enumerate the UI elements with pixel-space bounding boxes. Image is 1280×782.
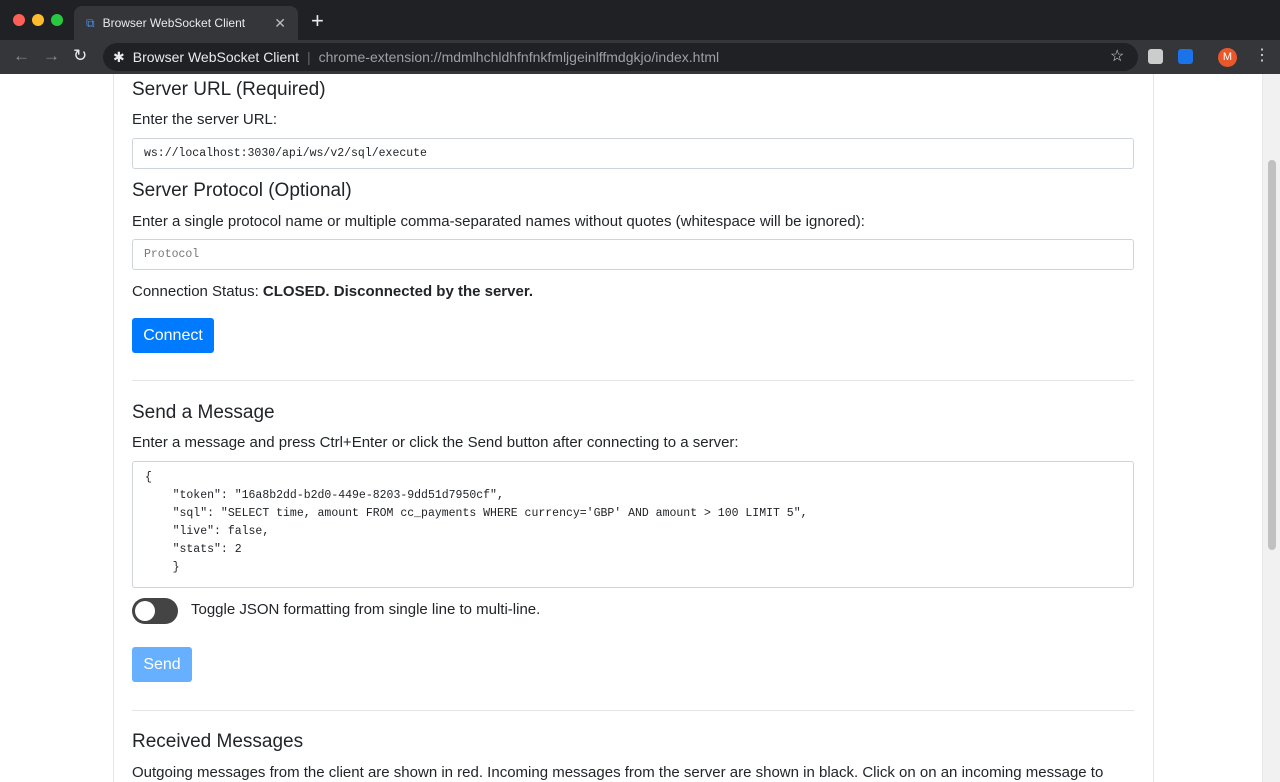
- protocol-label: Enter a single protocol name or multiple…: [132, 213, 865, 230]
- server-url-input[interactable]: ws://localhost:3030/api/ws/v2/sql/execut…: [132, 138, 1134, 169]
- page-scrollbar[interactable]: [1262, 74, 1280, 782]
- url-text: chrome-extension://mdmlhchldhfnfnkfmljge…: [318, 49, 720, 65]
- omnibox-title: Browser WebSocket Client: [132, 49, 299, 65]
- connection-status: Connection Status: CLOSED. Disconnected …: [132, 283, 533, 300]
- message-textarea[interactable]: { "token": "16a8b2dd-b2d0-449e-8203-9dd5…: [132, 461, 1134, 588]
- maximize-window-button[interactable]: [51, 14, 63, 26]
- minimize-window-button[interactable]: [32, 14, 44, 26]
- bookmark-star-icon[interactable]: ☆: [1110, 46, 1124, 66]
- close-window-button[interactable]: [13, 14, 25, 26]
- status-label: Connection Status:: [132, 283, 263, 300]
- browser-chrome: ⧉ Browser WebSocket Client ✕ + ← → ↻ ✱ B…: [0, 0, 1280, 74]
- extension-icon[interactable]: [1148, 49, 1163, 64]
- send-heading: Send a Message: [132, 402, 275, 423]
- forward-icon[interactable]: →: [43, 46, 60, 66]
- received-heading: Received Messages: [132, 731, 304, 752]
- send-button[interactable]: Send: [132, 647, 192, 682]
- page-content: Server URL (Required) Enter the server U…: [0, 74, 1262, 782]
- tab-title: Browser WebSocket Client: [102, 16, 246, 30]
- received-description: Outgoing messages from the client are sh…: [132, 764, 1104, 781]
- browser-tab[interactable]: ⧉ Browser WebSocket Client ✕: [74, 6, 298, 40]
- send-label: Enter a message and press Ctrl+Enter or …: [132, 434, 739, 451]
- scrollbar-thumb[interactable]: [1268, 160, 1276, 550]
- back-icon[interactable]: ←: [13, 46, 30, 66]
- connect-button[interactable]: Connect: [132, 318, 214, 353]
- server-url-label: Enter the server URL:: [132, 111, 278, 128]
- more-menu-icon[interactable]: ⋮: [1254, 45, 1270, 65]
- protocol-input[interactable]: Protocol: [132, 239, 1134, 270]
- server-url-heading: Server URL (Required): [132, 79, 326, 100]
- avatar[interactable]: M: [1218, 48, 1237, 67]
- reload-icon[interactable]: ↻: [73, 46, 87, 66]
- websocket-icon: ⧉: [86, 15, 95, 30]
- toggle-label: Toggle JSON formatting from single line …: [191, 601, 541, 618]
- protocol-heading: Server Protocol (Optional): [132, 180, 352, 201]
- json-format-toggle[interactable]: [132, 598, 178, 624]
- address-bar[interactable]: ✱ Browser WebSocket Client | chrome-exte…: [103, 43, 1138, 71]
- extension-puzzle-icon: ✱: [113, 48, 125, 65]
- new-tab-button[interactable]: +: [311, 8, 324, 34]
- status-value: CLOSED. Disconnected by the server.: [262, 283, 534, 300]
- websocket-extension-icon[interactable]: [1178, 49, 1193, 64]
- close-tab-icon[interactable]: ✕: [274, 15, 286, 32]
